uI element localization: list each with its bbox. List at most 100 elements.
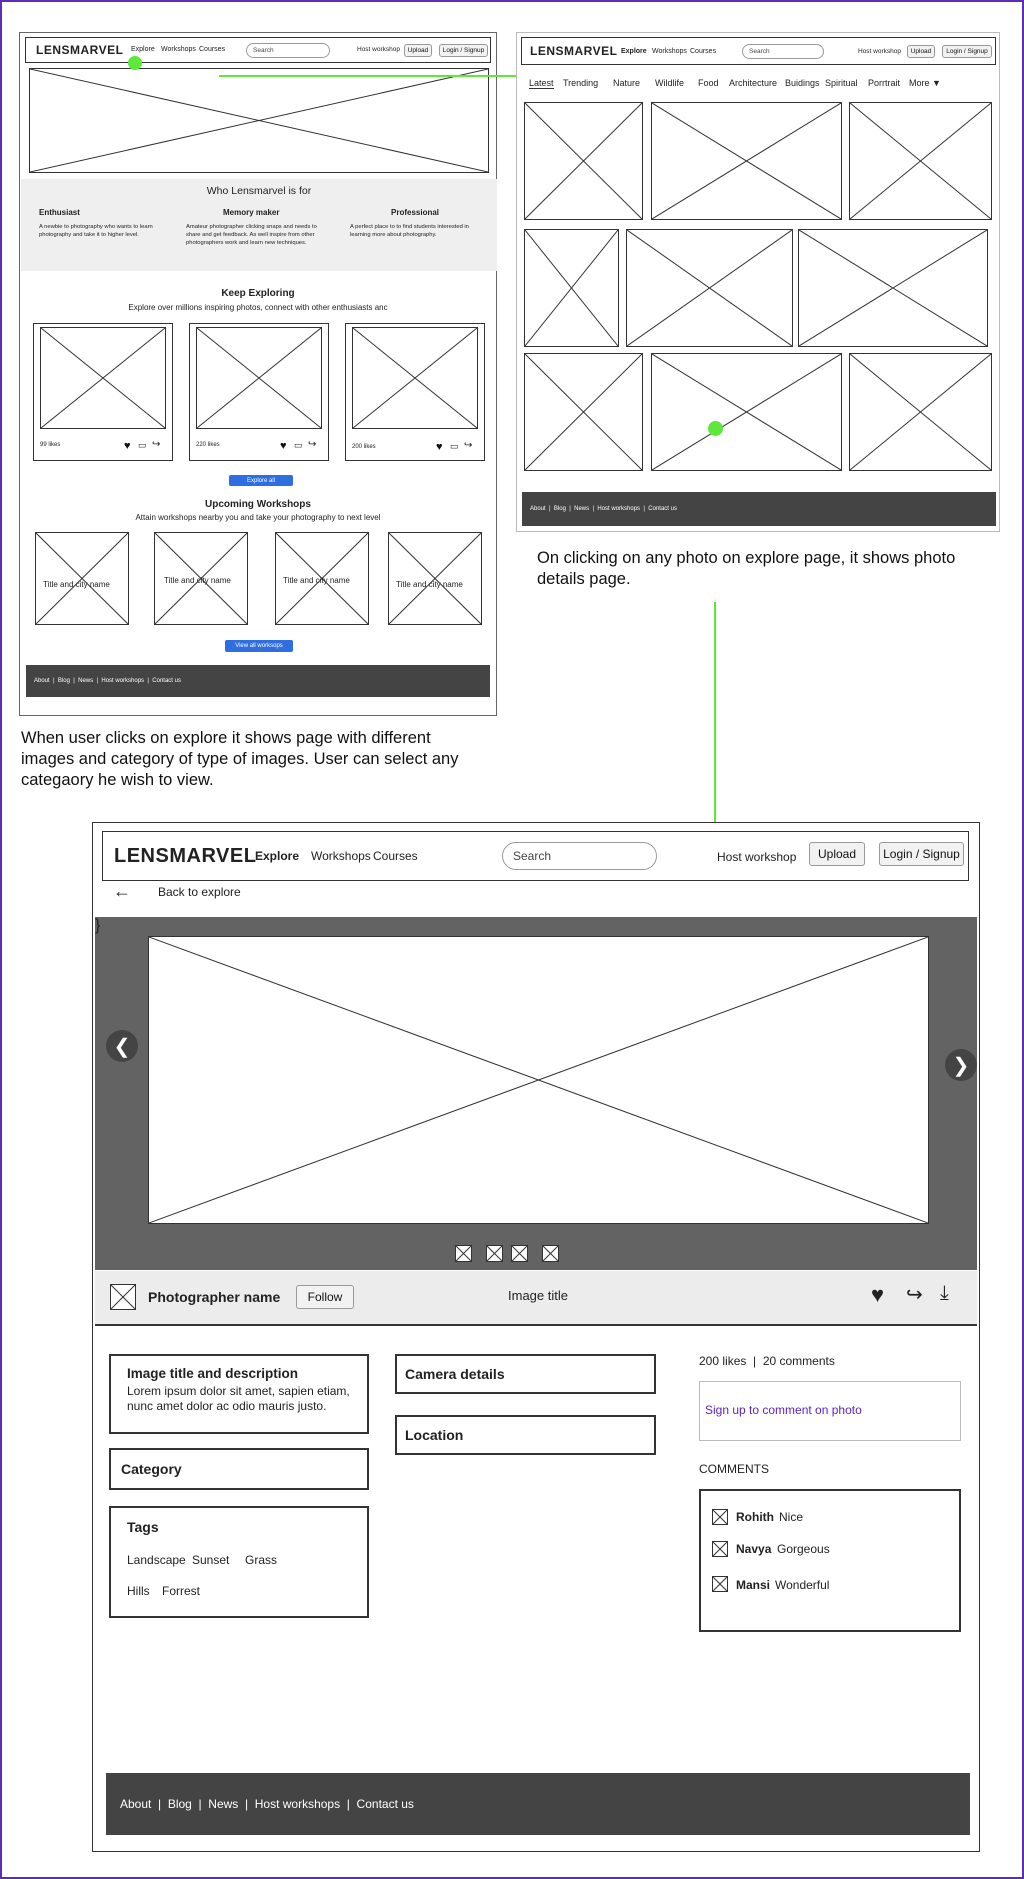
explore-photo[interactable] — [651, 353, 842, 471]
explore-nav-explore[interactable]: Explore — [621, 48, 647, 55]
comment-signup-box[interactable]: Sign up to comment on photo — [699, 1381, 961, 1441]
tab-trending[interactable]: Trending — [563, 78, 598, 88]
details-nav-courses[interactable]: Courses — [373, 849, 418, 863]
details-login-button[interactable]: Login / Signup — [879, 842, 964, 866]
home-nav-explore[interactable]: Explore — [131, 46, 155, 53]
tab-more[interactable]: More ▼ — [909, 78, 941, 88]
explore-search-input[interactable]: Search — [742, 44, 824, 59]
tag-landscape[interactable]: Landscape — [127, 1553, 186, 1567]
explore-nav-courses[interactable]: Courses — [690, 48, 716, 55]
details-upload-label: Upload — [817, 847, 857, 861]
tab-food[interactable]: Food — [698, 78, 719, 88]
comment-icon[interactable]: ▭ — [294, 440, 303, 451]
tab-architecture[interactable]: Architecture — [729, 78, 777, 88]
next-photo-button[interactable]: ❯ — [945, 1049, 977, 1081]
comment-text: Wonderful — [775, 1578, 830, 1592]
thumbnail[interactable] — [511, 1245, 528, 1262]
explore-card[interactable]: 99 likes ♥ ▭ ↪ — [33, 323, 173, 461]
photo-details-wireframe: LENSMARVEL Explore Workshops Courses Sea… — [92, 822, 980, 1852]
workshop-card[interactable]: Title and city name — [388, 532, 482, 625]
tab-buidings[interactable]: Buidings — [785, 78, 820, 88]
main-photo — [148, 936, 929, 1224]
thumbnail[interactable] — [455, 1245, 472, 1262]
tag-grass[interactable]: Grass — [245, 1553, 277, 1567]
signup-comment-link[interactable]: Sign up to comment on photo — [705, 1403, 862, 1417]
explore-click-dot — [128, 56, 142, 70]
share-icon[interactable]: ↪ — [152, 439, 160, 450]
comment-author[interactable]: Mansi — [736, 1578, 770, 1592]
workshop-card[interactable]: Title and city name — [275, 532, 369, 625]
download-icon[interactable]: ⤓ — [940, 1282, 949, 1305]
workshop-card[interactable]: Title and city name — [35, 532, 129, 625]
tag-hills[interactable]: Hills — [127, 1584, 150, 1598]
workshop-card[interactable]: Title and city name — [154, 532, 248, 625]
explore-photo[interactable] — [626, 229, 793, 347]
camera-details-title: Camera details — [405, 1366, 505, 1382]
photographer-name[interactable]: Photographer name — [148, 1289, 280, 1305]
share-icon[interactable]: ↪ — [308, 439, 316, 450]
home-logo: LENSMARVEL — [36, 43, 124, 57]
home-search-input[interactable]: Search — [246, 43, 330, 58]
tab-latest[interactable]: Latest — [529, 78, 554, 89]
tag-forrest[interactable]: Forrest — [162, 1584, 200, 1598]
back-arrow-icon[interactable]: ← — [113, 881, 131, 902]
tab-spiritual[interactable]: Spiritual — [825, 78, 858, 88]
home-host-link[interactable]: Host workshop — [357, 46, 400, 53]
home-login-button[interactable]: Login / Signup — [439, 44, 488, 57]
tab-porrtrait[interactable]: Porrtrait — [868, 78, 900, 88]
explore-login-button[interactable]: Login / Signup — [942, 45, 992, 58]
details-nav-workshops[interactable]: Workshops — [311, 849, 371, 863]
explore-photo[interactable] — [524, 102, 643, 220]
tab-wildlife[interactable]: Wildlife — [655, 78, 684, 88]
details-nav-explore[interactable]: Explore — [255, 849, 299, 863]
tag-sunset[interactable]: Sunset — [192, 1553, 229, 1567]
home-nav-courses[interactable]: Courses — [199, 46, 225, 53]
heart-icon[interactable]: ♥ — [280, 440, 287, 452]
keep-exploring-subtitle: Explore over millions inspiring photos, … — [128, 303, 388, 312]
details-upload-button[interactable]: Upload — [809, 842, 865, 866]
details-host-link[interactable]: Host workshop — [717, 850, 796, 864]
home-nav-workshops[interactable]: Workshops — [161, 46, 196, 53]
explore-nav-workshops[interactable]: Workshops — [652, 48, 687, 55]
persona-enthusiast-title: Enthusiast — [39, 208, 80, 217]
explore-host-link[interactable]: Host workshop — [858, 48, 901, 55]
heart-icon[interactable]: ♥ — [436, 441, 443, 453]
thumbnail[interactable] — [542, 1245, 559, 1262]
explore-upload-button[interactable]: Upload — [907, 45, 935, 58]
comment-icon[interactable]: ▭ — [450, 441, 459, 452]
explore-photo[interactable] — [524, 353, 643, 471]
comment-icon[interactable]: ▭ — [138, 440, 147, 451]
heart-icon[interactable]: ♥ — [124, 440, 131, 452]
home-footer-links[interactable]: About | Blog | News | Host workshops | C… — [34, 678, 181, 684]
persona-memory-desc: Amateur photographer clicking snaps and … — [186, 224, 317, 246]
comments-heading: COMMENTS — [699, 1462, 769, 1476]
details-footer-links[interactable]: About | Blog | News | Host workshops | C… — [120, 1797, 414, 1811]
follow-button[interactable]: Follow — [296, 1285, 354, 1309]
tab-nature[interactable]: Nature — [613, 78, 640, 88]
home-to-explore-note: When user clicks on explore it shows pag… — [21, 729, 459, 789]
comment-author[interactable]: Rohith — [736, 1510, 774, 1524]
explore-card[interactable]: 220 likes ♥ ▭ ↪ — [189, 323, 329, 461]
workshop-card-label: Title and city name — [396, 580, 463, 589]
explore-photo[interactable] — [798, 229, 988, 347]
explore-login-label: Login / Signup — [946, 48, 988, 55]
home-upload-button[interactable]: Upload — [404, 44, 432, 57]
explore-footer-links[interactable]: About | Blog | News | Host workshops | C… — [530, 506, 677, 512]
explore-photo[interactable] — [849, 102, 992, 220]
persona-memory-title: Memory maker — [223, 208, 280, 217]
comment-author[interactable]: Navya — [736, 1542, 771, 1556]
share-icon[interactable]: ↪ — [464, 440, 472, 451]
explore-card[interactable]: 200 likes ♥ ▭ ↪ — [345, 323, 485, 461]
back-to-explore-link[interactable]: Back to explore — [158, 885, 241, 899]
thumbnail[interactable] — [486, 1245, 503, 1262]
explore-photo[interactable] — [849, 353, 992, 471]
details-search-input[interactable]: Search — [502, 842, 657, 870]
explore-photo[interactable] — [651, 102, 842, 220]
explore-photo[interactable] — [524, 229, 619, 347]
like-heart-icon[interactable]: ♥ — [871, 1282, 884, 1308]
explore-all-button[interactable]: Explore all — [229, 475, 293, 486]
prev-photo-button[interactable]: ❮ — [106, 1030, 138, 1062]
view-all-workshops-button[interactable]: View all worksops — [225, 640, 293, 652]
details-navbar: LENSMARVEL Explore Workshops Courses Sea… — [102, 831, 969, 881]
share-icon[interactable]: ↪ — [906, 1282, 923, 1307]
